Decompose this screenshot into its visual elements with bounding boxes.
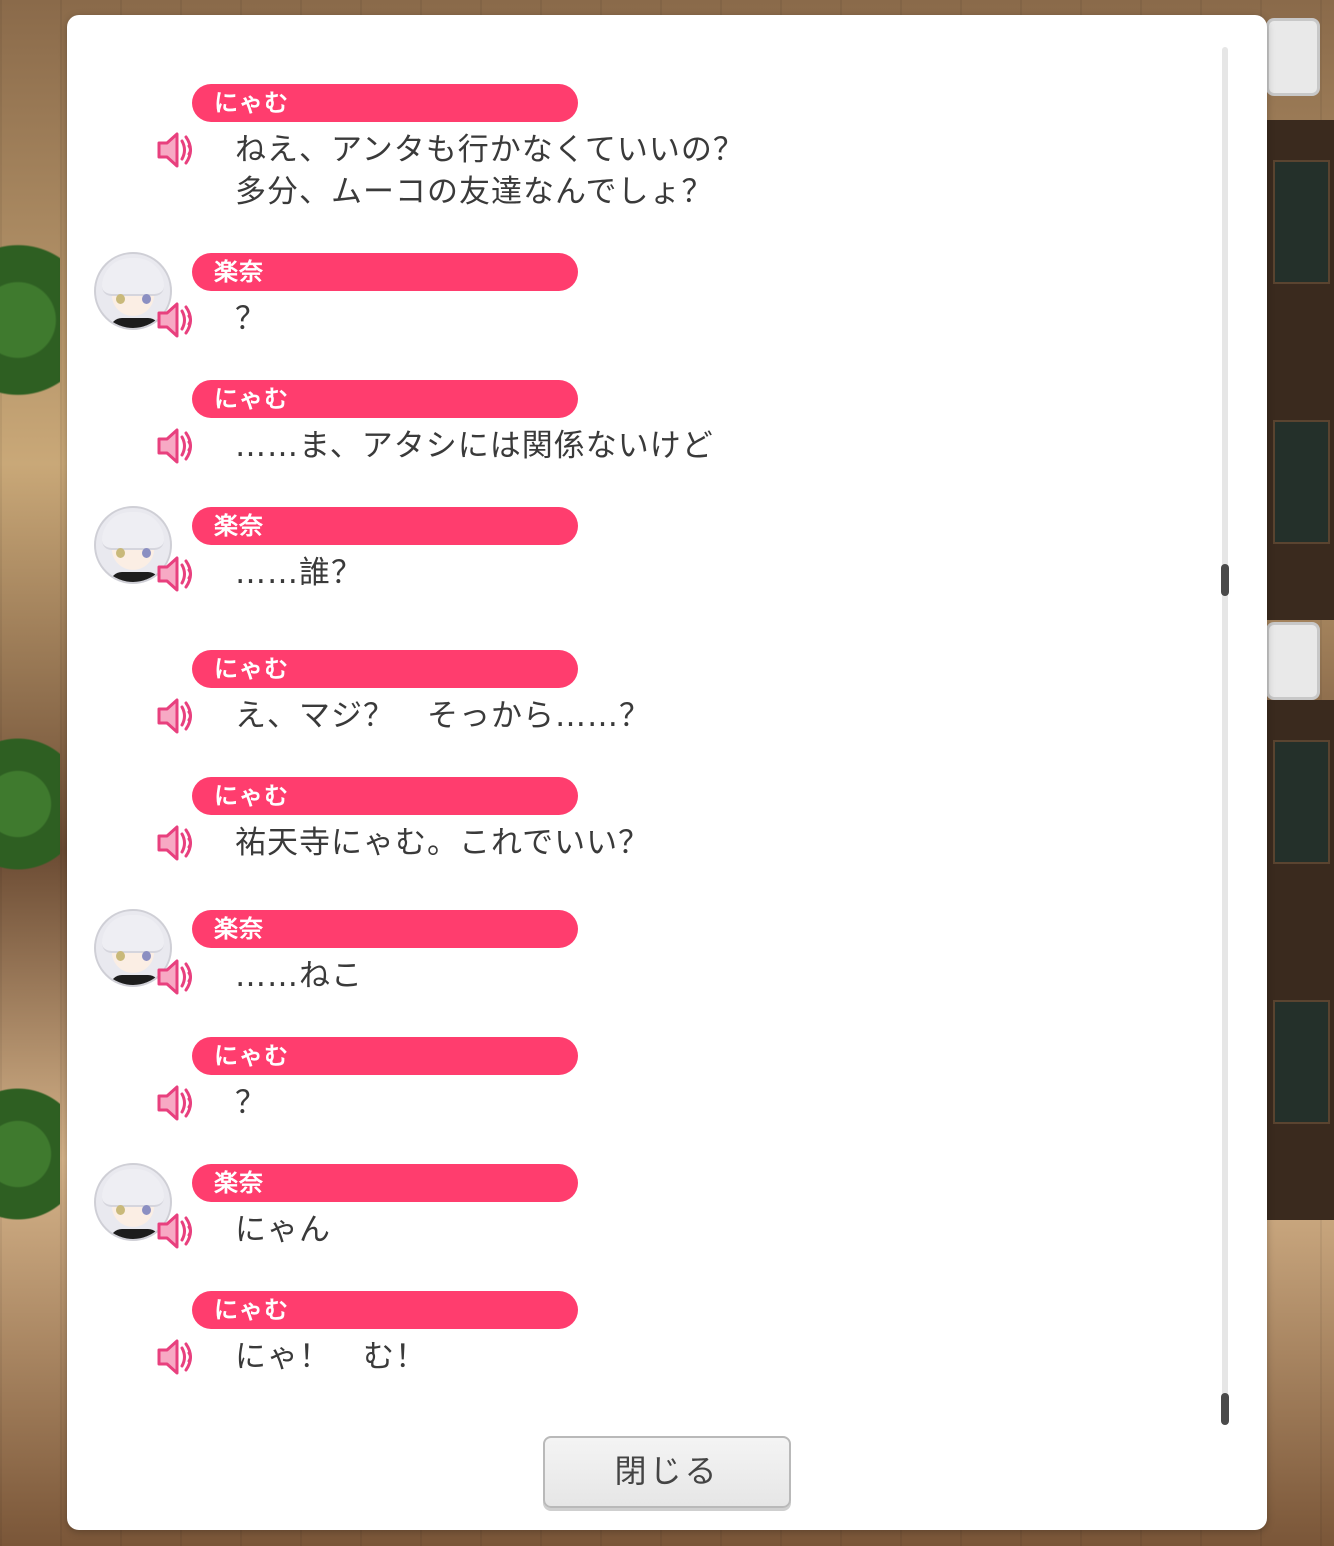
- background-button: [1266, 18, 1320, 96]
- speaker-icon[interactable]: [155, 553, 197, 595]
- scrollbar-thumb[interactable]: [1221, 1393, 1229, 1425]
- message-text: にゃん: [235, 1212, 331, 1248]
- message-text: ……ま、アタシには関係ないけど: [235, 428, 714, 464]
- message-log-dialog: にゃむ ねえ、アンタも行かなくていいの？ 多分、ムーコの友達なんでしょ？ 楽奈 ？…: [67, 15, 1267, 1530]
- window-decoration: [1267, 120, 1334, 620]
- plant-decoration: [0, 200, 60, 500]
- speaker-name: にゃむ: [192, 1291, 578, 1329]
- speaker-icon[interactable]: [155, 822, 197, 864]
- scrollbar-thumb[interactable]: [1221, 564, 1229, 596]
- scrollbar-track[interactable]: [1222, 47, 1228, 1425]
- message-text: ？: [235, 301, 267, 337]
- speaker-icon[interactable]: [155, 1336, 197, 1378]
- speaker-icon[interactable]: [155, 1082, 197, 1124]
- message-text: ？: [235, 1085, 267, 1121]
- message-text: ……ねこ: [235, 958, 363, 994]
- speaker-name: にゃむ: [192, 84, 578, 122]
- message-text: え、マジ？ そっから……？: [235, 698, 651, 734]
- background-button: [1266, 622, 1320, 700]
- speaker-name: にゃむ: [192, 777, 578, 815]
- message-text: ……誰？: [235, 555, 363, 591]
- speaker-icon[interactable]: [155, 299, 197, 341]
- speaker-name: にゃむ: [192, 380, 578, 418]
- message-text: 祐天寺にゃむ。これでいい？: [235, 825, 651, 861]
- speaker-icon[interactable]: [155, 425, 197, 467]
- plant-decoration: [0, 1050, 60, 1310]
- message-text: にゃ！ む！: [235, 1339, 427, 1375]
- speaker-name: 楽奈: [192, 253, 578, 291]
- speaker-icon[interactable]: [155, 129, 197, 171]
- speaker-name: 楽奈: [192, 1164, 578, 1202]
- window-decoration: [1267, 700, 1334, 1220]
- speaker-icon[interactable]: [155, 956, 197, 998]
- speaker-name: にゃむ: [192, 650, 578, 688]
- speaker-name: 楽奈: [192, 910, 578, 948]
- plant-decoration: [0, 700, 60, 960]
- close-button[interactable]: 閉じる: [543, 1436, 791, 1508]
- message-text: ねえ、アンタも行かなくていいの？ 多分、ムーコの友達なんでしょ？: [235, 132, 745, 210]
- speaker-icon[interactable]: [155, 695, 197, 737]
- speaker-name: 楽奈: [192, 507, 578, 545]
- speaker-name: にゃむ: [192, 1037, 578, 1075]
- speaker-icon[interactable]: [155, 1210, 197, 1252]
